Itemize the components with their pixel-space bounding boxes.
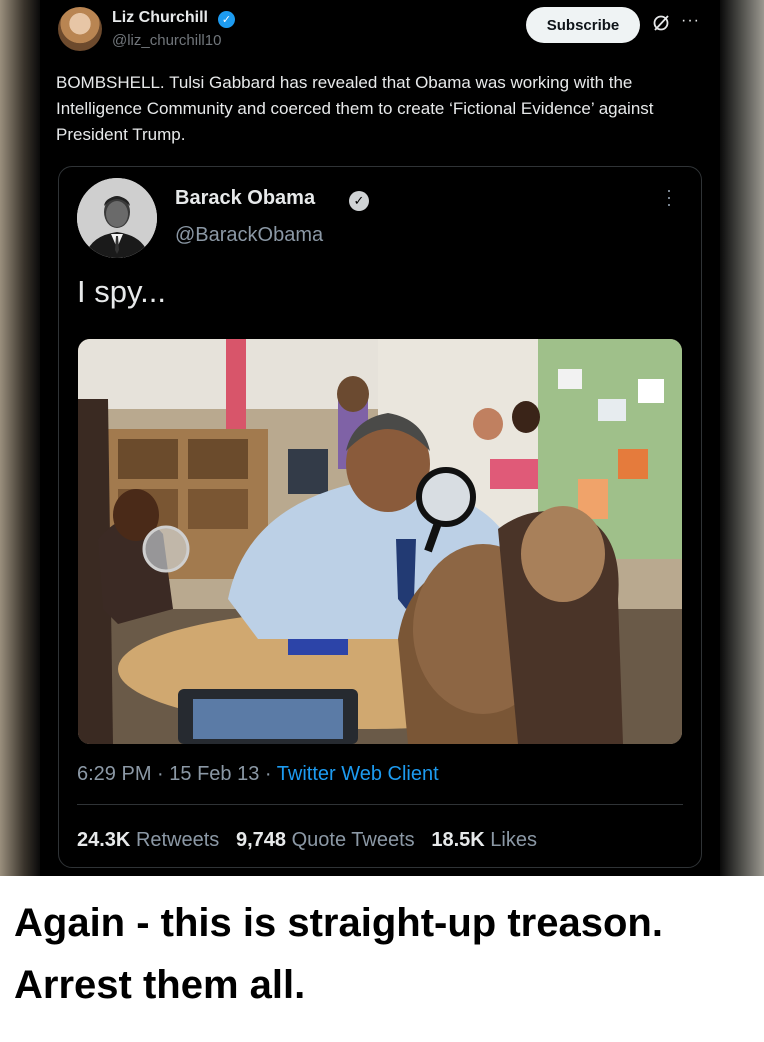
quoted-avatar[interactable] xyxy=(77,178,157,258)
subscribe-button[interactable]: Subscribe xyxy=(526,7,640,43)
caption: Again - this is straight-up treason. Arr… xyxy=(14,892,754,1016)
tweet-photo[interactable] xyxy=(78,339,682,744)
divider xyxy=(77,804,683,805)
background-blur-left xyxy=(0,0,40,876)
tweet-text: BOMBSHELL. Tulsi Gabbard has revealed th… xyxy=(56,73,654,144)
quoted-verified-icon: ✓ xyxy=(349,191,369,211)
tweet-stats: 24.3K Retweets 9,748 Quote Tweets 18.5K … xyxy=(77,829,537,852)
tweet-time[interactable]: 6:29 PM xyxy=(77,763,151,785)
stat-value: 9,748 xyxy=(235,829,287,851)
quoted-avatar-icon xyxy=(77,178,157,258)
classroom-photo xyxy=(78,339,682,744)
quoted-tweet-text: I spy... xyxy=(77,274,167,309)
tweet-meta: 6:29 PM · 15 Feb 13 · Twitter Web Client xyxy=(77,763,439,786)
screenshot: Liz Churchill ✓ @liz_churchill10 Subscri… xyxy=(0,0,764,876)
more-icon[interactable]: ··· xyxy=(681,12,700,30)
caption-line-2: Arrest them all. xyxy=(14,963,306,1007)
avatar[interactable] xyxy=(58,7,102,51)
quote-tweets-stat[interactable]: 9,748 Quote Tweets xyxy=(236,829,415,851)
author-name[interactable]: Liz Churchill xyxy=(112,9,208,27)
stat-label: Quote Tweets xyxy=(291,829,415,851)
grok-icon[interactable] xyxy=(652,14,670,32)
retweets-stat[interactable]: 24.3K Retweets xyxy=(77,829,219,851)
tweet-date[interactable]: 15 Feb 13 xyxy=(169,763,259,785)
tweet: Liz Churchill ✓ @liz_churchill10 Subscri… xyxy=(40,0,720,876)
meta-separator: · xyxy=(259,763,277,785)
likes-stat[interactable]: 18.5K Likes xyxy=(431,829,537,851)
stat-label: Retweets xyxy=(135,829,220,851)
stat-value: 24.3K xyxy=(77,829,131,851)
vertical-more-icon[interactable]: · · · xyxy=(663,181,675,213)
quoted-author-name[interactable]: Barack Obama xyxy=(175,187,315,210)
caption-line-1: Again - this is straight-up treason. xyxy=(14,901,663,945)
meta-separator: · xyxy=(151,763,170,785)
quoted-tweet[interactable]: Barack Obama ✓ @BarackObama · · · I spy... xyxy=(58,166,702,868)
stat-value: 18.5K xyxy=(431,829,485,851)
author-handle[interactable]: @liz_churchill10 xyxy=(112,32,221,49)
background-blur-right xyxy=(720,0,764,876)
stat-label: Likes xyxy=(490,829,537,851)
verified-badge-icon: ✓ xyxy=(218,11,235,28)
tweet-client-link[interactable]: Twitter Web Client xyxy=(277,763,439,785)
quoted-author-handle[interactable]: @BarackObama xyxy=(175,224,323,247)
